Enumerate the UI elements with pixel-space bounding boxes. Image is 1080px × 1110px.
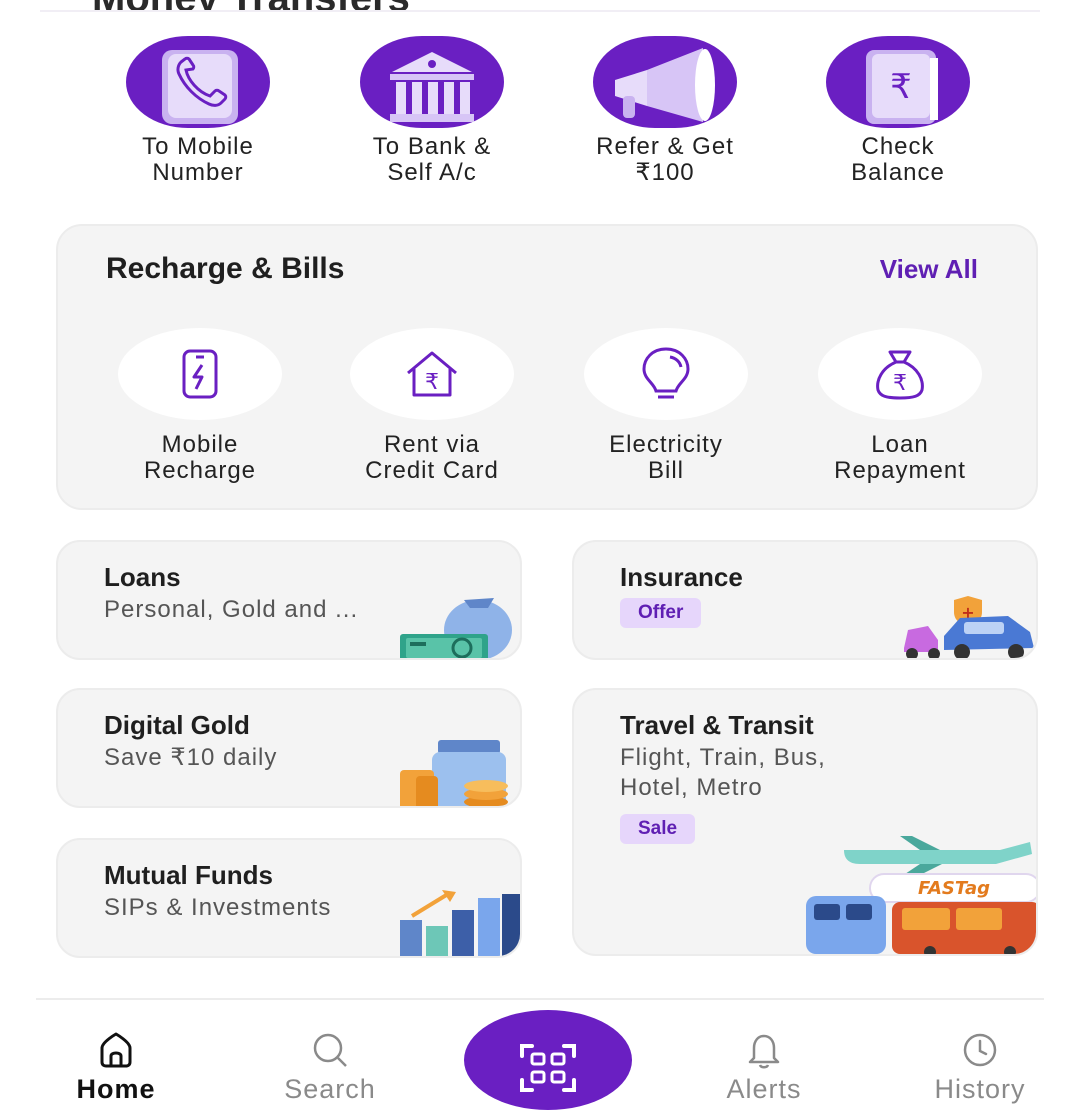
loans-title: Loans [104, 562, 181, 592]
money-bag-illustration [400, 598, 512, 658]
rupee-book-icon: ₹ [826, 36, 970, 128]
refer-label-1: Refer & Get [596, 133, 734, 160]
loan-repayment-label-1: Loan [871, 431, 929, 458]
recharge-bills-title: Recharge & Bills [106, 252, 345, 285]
travel-title: Travel & Transit [620, 710, 814, 740]
to-mobile-number-button[interactable]: To Mobile Number [78, 36, 318, 186]
insurance-card[interactable]: Insurance Offer + [572, 540, 1038, 660]
to-mobile-label-1: To Mobile [142, 133, 254, 160]
rent-label-2: Credit Card [365, 457, 499, 484]
mutual-funds-card[interactable]: Mutual Funds SIPs & Investments [56, 838, 522, 958]
check-balance-button[interactable]: ₹ Check Balance [778, 36, 1018, 186]
svg-text:₹: ₹ [893, 371, 907, 396]
nav-search-label: Search [284, 1074, 376, 1104]
refer-and-get-button[interactable]: Refer & Get ₹100 [545, 36, 785, 186]
rent-via-credit-card-button[interactable]: ₹ Rent via Credit Card [322, 328, 542, 484]
electricity-bill-button[interactable]: Electricity Bill [556, 328, 776, 484]
bar-growth-illustration [400, 890, 520, 956]
to-bank-label-2: Self A/c [387, 159, 477, 186]
nav-home-label: Home [76, 1074, 156, 1104]
sale-badge: Sale [620, 814, 696, 844]
nav-home[interactable]: Home [26, 1030, 206, 1105]
fastag-text: FASTag [918, 878, 990, 899]
gold-jar-illustration [400, 740, 508, 806]
house-rupee-icon: ₹ [407, 351, 457, 397]
search-icon [313, 1033, 347, 1067]
bulb-icon [642, 347, 690, 399]
rent-label-1: Rent via [383, 431, 481, 458]
loans-card[interactable]: Loans Personal, Gold and ... [56, 540, 522, 660]
svg-text:₹: ₹ [890, 67, 912, 107]
mobile-recharge-label-1: Mobile [161, 431, 239, 458]
scan-qr-button[interactable] [464, 1010, 632, 1110]
qr-scan-icon [520, 1044, 576, 1092]
bottom-nav-divider [36, 998, 1044, 1000]
travel-subtitle-1: Flight, Train, Bus, [620, 744, 826, 771]
insurance-title: Insurance [620, 562, 743, 592]
refer-label-2: ₹100 [635, 159, 695, 186]
svg-text:₹: ₹ [425, 370, 439, 395]
electricity-label-1: Electricity [609, 431, 723, 458]
phone-icon [126, 36, 270, 128]
to-mobile-label-2: Number [152, 159, 244, 186]
digital-gold-subtitle: Save ₹10 daily [104, 744, 278, 771]
bell-icon [748, 1034, 780, 1069]
mobile-recharge-icon [182, 349, 218, 399]
mobile-recharge-label-2: Recharge [143, 457, 257, 484]
to-bank-self-button[interactable]: To Bank & Self A/c [312, 36, 552, 186]
mutual-funds-title: Mutual Funds [104, 860, 273, 890]
section-header-clipped: Money Transfers [0, 0, 1080, 10]
vehicle-insurance-illustration: + [904, 596, 1034, 658]
check-balance-label-1: Check [861, 133, 935, 160]
offer-badge: Offer [620, 598, 702, 628]
clock-icon [963, 1033, 997, 1067]
travel-transit-card[interactable]: Travel & Transit Flight, Train, Bus, Hot… [572, 688, 1038, 956]
electricity-label-2: Bill [647, 457, 684, 484]
travel-subtitle-2: Hotel, Metro [620, 774, 763, 801]
section-title: Money Transfers [92, 0, 410, 10]
money-bag-icon: ₹ [876, 350, 924, 400]
recharge-bills-card: Recharge & Bills View All Mobile Recharg… [56, 224, 1038, 510]
to-bank-label-1: To Bank & [372, 133, 492, 160]
loan-repayment-label-2: Repayment [834, 457, 966, 484]
mobile-recharge-button[interactable]: Mobile Recharge [90, 328, 310, 484]
nav-search[interactable]: Search [240, 1030, 420, 1105]
header-divider [40, 10, 1040, 12]
nav-history-label: History [934, 1074, 1026, 1104]
view-all-link[interactable]: View All [880, 254, 978, 285]
digital-gold-card[interactable]: Digital Gold Save ₹10 daily [56, 688, 522, 808]
megaphone-icon [593, 36, 737, 128]
nav-alerts[interactable]: Alerts [674, 1030, 854, 1105]
home-icon [100, 1032, 132, 1068]
nav-history[interactable]: History [890, 1030, 1070, 1105]
check-balance-label-2: Balance [851, 159, 945, 186]
nav-alerts-label: Alerts [726, 1074, 802, 1104]
bank-icon [360, 36, 504, 128]
travel-illustration: FASTag [806, 836, 1036, 954]
digital-gold-title: Digital Gold [104, 710, 250, 740]
loans-subtitle: Personal, Gold and ... [104, 596, 359, 623]
loan-repayment-button[interactable]: ₹ Loan Repayment [790, 328, 1010, 484]
mutual-funds-subtitle: SIPs & Investments [104, 894, 332, 921]
